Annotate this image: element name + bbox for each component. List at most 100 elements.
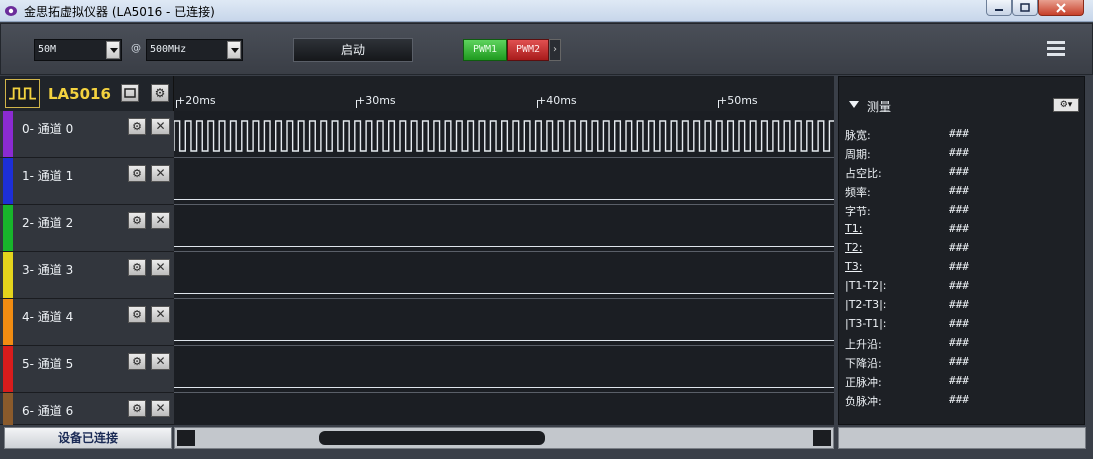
channel-settings-button[interactable]: ⚙ xyxy=(128,353,146,370)
device-window-button[interactable] xyxy=(121,84,139,102)
chevron-down-icon[interactable] xyxy=(106,41,120,59)
channel-label: 0- 通道 0 xyxy=(22,122,74,136)
hamburger-menu-icon[interactable] xyxy=(1047,41,1065,57)
scroll-thumb[interactable] xyxy=(319,431,545,445)
channel-settings-button[interactable]: ⚙ xyxy=(128,400,146,417)
measure-name: 周期: xyxy=(845,148,871,161)
timeline-ruler[interactable]: +20ms +30ms +40ms +50ms xyxy=(174,76,834,111)
measure-row: 正脉冲: ### xyxy=(845,372,1075,391)
pwm-more-button[interactable]: › xyxy=(549,39,561,61)
channel-label: 5- 通道 5 xyxy=(22,357,74,371)
channel-row-3[interactable]: 3- 通道 3 ⚙ ✕ xyxy=(0,252,174,299)
measure-value: ### xyxy=(949,203,969,216)
channel-color-bar xyxy=(3,346,13,392)
channel-close-button[interactable]: ✕ xyxy=(151,306,170,323)
device-settings-button[interactable]: ⚙ xyxy=(151,84,169,102)
scroll-right-button[interactable] xyxy=(813,430,831,446)
measure-row: T1: ### xyxy=(845,220,1075,239)
tick-label: +30ms xyxy=(356,94,396,107)
channel-label: 4- 通道 4 xyxy=(22,310,74,324)
channel-divider xyxy=(174,251,834,252)
channel-divider xyxy=(174,345,834,346)
collapse-triangle-icon[interactable] xyxy=(849,101,859,108)
waveform-area[interactable] xyxy=(174,111,834,425)
close-button[interactable] xyxy=(1038,0,1084,16)
connection-status: 设备已连接 xyxy=(4,427,172,449)
channel-row-6[interactable]: 6- 通道 6 ⚙ ✕ xyxy=(0,393,174,425)
channel-row-5[interactable]: 5- 通道 5 ⚙ ✕ xyxy=(0,346,174,393)
measure-row: 下降沿: ### xyxy=(845,353,1075,372)
sample-depth-select[interactable]: 50M xyxy=(34,39,122,61)
channel-color-bar xyxy=(3,205,13,251)
channel-settings-button[interactable]: ⚙ xyxy=(128,212,146,229)
channel-close-button[interactable]: ✕ xyxy=(151,118,170,135)
measure-row: 频率: ### xyxy=(845,182,1075,201)
measure-row: T2: ### xyxy=(845,239,1075,258)
measure-row: 脉宽: ### xyxy=(845,125,1075,144)
app-logo-icon xyxy=(5,6,17,16)
minimize-button[interactable] xyxy=(986,0,1012,16)
channel-close-button[interactable]: ✕ xyxy=(151,165,170,182)
measure-value: ### xyxy=(949,279,969,292)
channel-divider xyxy=(174,204,834,205)
channel-4-waveform xyxy=(174,340,834,341)
sample-rate-select[interactable]: 500MHz xyxy=(146,39,243,61)
channel-label: 2- 通道 2 xyxy=(22,216,74,230)
channel-settings-button[interactable]: ⚙ xyxy=(128,306,146,323)
channel-2-waveform xyxy=(174,246,834,247)
channel-close-button[interactable]: ✕ xyxy=(151,400,170,417)
toolbar: 50M @ 500MHz 启动 PWM1 PWM2 › xyxy=(0,23,1093,75)
maximize-icon xyxy=(1020,3,1030,12)
measure-row: 占空比: ### xyxy=(845,163,1075,182)
horizontal-scrollbar[interactable] xyxy=(174,427,834,449)
channel-close-button[interactable]: ✕ xyxy=(151,353,170,370)
channel-settings-button[interactable]: ⚙ xyxy=(128,118,146,135)
pwm1-button[interactable]: PWM1 xyxy=(463,39,507,61)
measure-value: ### xyxy=(949,241,969,254)
start-button[interactable]: 启动 xyxy=(293,38,413,62)
measure-name: 负脉冲: xyxy=(845,395,882,408)
measure-name: |T2-T3|: xyxy=(845,298,887,311)
window-icon xyxy=(124,88,136,98)
tick-label: +50ms xyxy=(718,94,758,107)
channel-row-4[interactable]: 4- 通道 4 ⚙ ✕ xyxy=(0,299,174,346)
measure-value: ### xyxy=(949,317,969,330)
channel-list: 0- 通道 0 ⚙ ✕ 1- 通道 1 ⚙ ✕ 2- 通道 2 ⚙ ✕ 3- 通… xyxy=(0,111,174,425)
measurement-panel: 测量 ⚙▾ 脉宽: ### 周期: ### 占空比: ### 频率: ### 字节: ### T1:… xyxy=(838,76,1085,425)
maximize-button[interactable] xyxy=(1012,0,1038,16)
channel-close-button[interactable]: ✕ xyxy=(151,212,170,229)
measure-value: ### xyxy=(949,336,969,349)
channel-divider xyxy=(174,157,834,158)
measure-name: 正脉冲: xyxy=(845,376,882,389)
measure-row: |T3-T1|: ### xyxy=(845,315,1075,334)
measure-value: ### xyxy=(949,146,969,159)
channel-row-1[interactable]: 1- 通道 1 ⚙ ✕ xyxy=(0,158,174,205)
channel-label: 1- 通道 1 xyxy=(22,169,74,183)
title-bar: 金思拓虚拟仪器 (LA5016 - 已连接) xyxy=(0,0,1093,22)
sample-rate-value: 500MHz xyxy=(150,44,187,55)
measure-value: ### xyxy=(949,184,969,197)
measure-title: 测量 xyxy=(867,100,892,114)
window-title: 金思拓虚拟仪器 (LA5016 - 已连接) xyxy=(24,5,215,19)
measure-name: |T1-T2|: xyxy=(845,279,887,292)
measure-options-button[interactable]: ⚙▾ xyxy=(1053,98,1079,112)
channel-settings-button[interactable]: ⚙ xyxy=(128,165,146,182)
channel-row-2[interactable]: 2- 通道 2 ⚙ ✕ xyxy=(0,205,174,252)
gear-icon: ⚙ xyxy=(154,86,166,100)
chevron-down-icon[interactable] xyxy=(227,41,241,59)
channel-row-0[interactable]: 0- 通道 0 ⚙ ✕ xyxy=(0,111,174,158)
channel-close-button[interactable]: ✕ xyxy=(151,259,170,276)
sample-depth-value: 50M xyxy=(38,44,57,55)
tick-label: +40ms xyxy=(537,94,577,107)
close-icon xyxy=(1056,2,1066,13)
measure-value: ### xyxy=(949,374,969,387)
measure-value: ### xyxy=(949,393,969,406)
measure-value: ### xyxy=(949,165,969,178)
channel-settings-button[interactable]: ⚙ xyxy=(128,259,146,276)
pwm2-button[interactable]: PWM2 xyxy=(507,39,549,61)
scroll-left-button[interactable] xyxy=(177,430,195,446)
measure-name: 下降沿: xyxy=(845,357,882,370)
device-name: LA5016 xyxy=(48,85,111,103)
channel-color-bar xyxy=(3,299,13,345)
device-header: LA5016 ⚙ xyxy=(0,76,174,111)
